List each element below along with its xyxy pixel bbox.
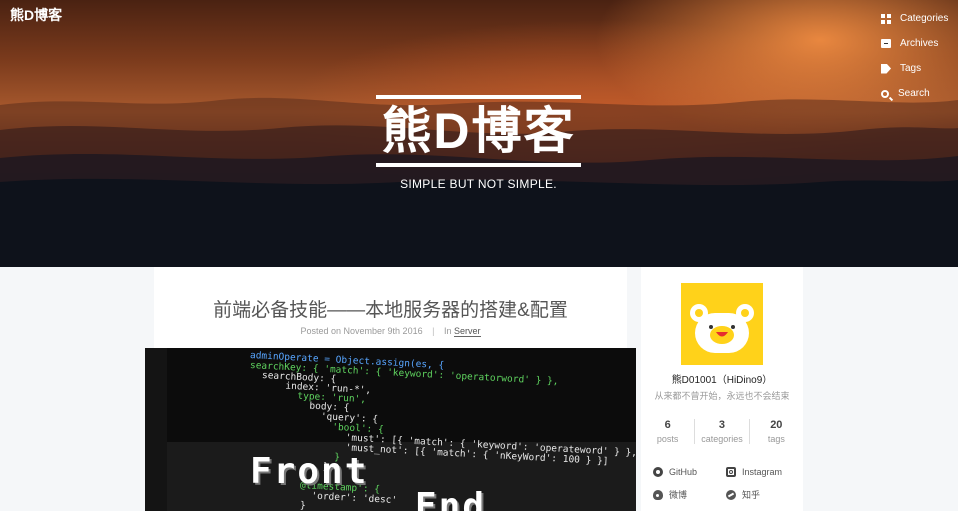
site-logo[interactable]: 熊D博客 <box>10 5 62 25</box>
main-nav: Categories Archives Tags Search <box>878 6 958 106</box>
author-name: 熊D01001（HiDino9） <box>671 375 773 386</box>
stat-label: posts <box>656 434 679 444</box>
grid-icon <box>881 13 891 24</box>
social-link-label: GitHub <box>669 467 698 477</box>
author-description: 从来都不曾开始，永远也不会结束 <box>654 391 790 401</box>
brand-bottom-rule <box>376 163 581 167</box>
nav-item-label: Tags <box>900 63 922 74</box>
nav-item-search[interactable]: Search <box>878 81 958 106</box>
github-icon <box>653 467 663 477</box>
stat-count: 6 <box>664 419 671 431</box>
editor-gutter <box>145 348 167 511</box>
post-meta: Posted on November 9th 2016 | In Server <box>154 326 627 337</box>
cover-text-end: End <box>415 486 487 511</box>
site-stats: 6 posts 3 categories 20 tags <box>641 419 803 444</box>
stat-posts[interactable]: 6 posts <box>641 419 694 444</box>
stat-count: 20 <box>770 419 783 431</box>
post-category-link[interactable]: Server <box>454 326 481 337</box>
cover-text-front: Front <box>250 451 369 492</box>
stat-count: 3 <box>718 419 726 431</box>
social-link-label: Instagram <box>742 467 783 477</box>
social-link-label: 微博 <box>669 490 688 500</box>
nav-item-categories[interactable]: Categories <box>878 6 958 31</box>
in-prefix: In <box>443 326 452 336</box>
stat-tags[interactable]: 20 tags <box>748 419 803 444</box>
stat-label: categories <box>701 434 743 444</box>
author-avatar[interactable] <box>681 283 763 365</box>
nav-item-label: Search <box>898 88 930 99</box>
archive-icon <box>881 39 891 48</box>
site-title[interactable]: 熊D博客 <box>376 99 581 163</box>
stat-categories[interactable]: 3 categories <box>694 419 748 444</box>
zhihu-icon <box>726 489 736 500</box>
meta-separator: | <box>432 326 435 336</box>
nav-item-label: Categories <box>900 13 949 24</box>
post-title[interactable]: 前端必备技能——本地服务器的搭建&配置 <box>154 295 627 322</box>
code-line: } <box>299 500 307 511</box>
site-subtitle: SIMPLE BUT NOT SIMPLE. <box>400 177 557 191</box>
site-brand: 熊D博客 SIMPLE BUT NOT SIMPLE. <box>376 95 581 191</box>
post-date: November 9th 2016 <box>343 326 423 336</box>
social-link-zhihu[interactable]: 知乎 <box>726 488 760 501</box>
social-link-weibo[interactable]: 微博 <box>653 488 687 501</box>
instagram-icon <box>726 467 736 477</box>
stat-label: tags <box>767 434 785 444</box>
tag-icon <box>881 63 891 74</box>
sidebar: 熊D01001（HiDino9） 从来都不曾开始，永远也不会结束 6 posts… <box>641 267 803 511</box>
post-cover-image[interactable]: adminOperate = Object.assign(es, {search… <box>145 348 636 511</box>
site-header: 熊D博客 Categories Archives Tags Search 熊D博… <box>0 0 958 267</box>
posted-prefix: Posted on <box>300 326 342 336</box>
nav-item-tags[interactable]: Tags <box>878 56 958 81</box>
nav-item-label: Archives <box>900 38 939 49</box>
search-icon <box>881 89 889 98</box>
weibo-icon <box>653 489 663 500</box>
social-link-github[interactable]: GitHub <box>653 467 697 477</box>
social-link-label: 知乎 <box>742 490 761 500</box>
nav-item-archives[interactable]: Archives <box>878 31 958 56</box>
social-link-instagram[interactable]: Instagram <box>726 467 782 477</box>
